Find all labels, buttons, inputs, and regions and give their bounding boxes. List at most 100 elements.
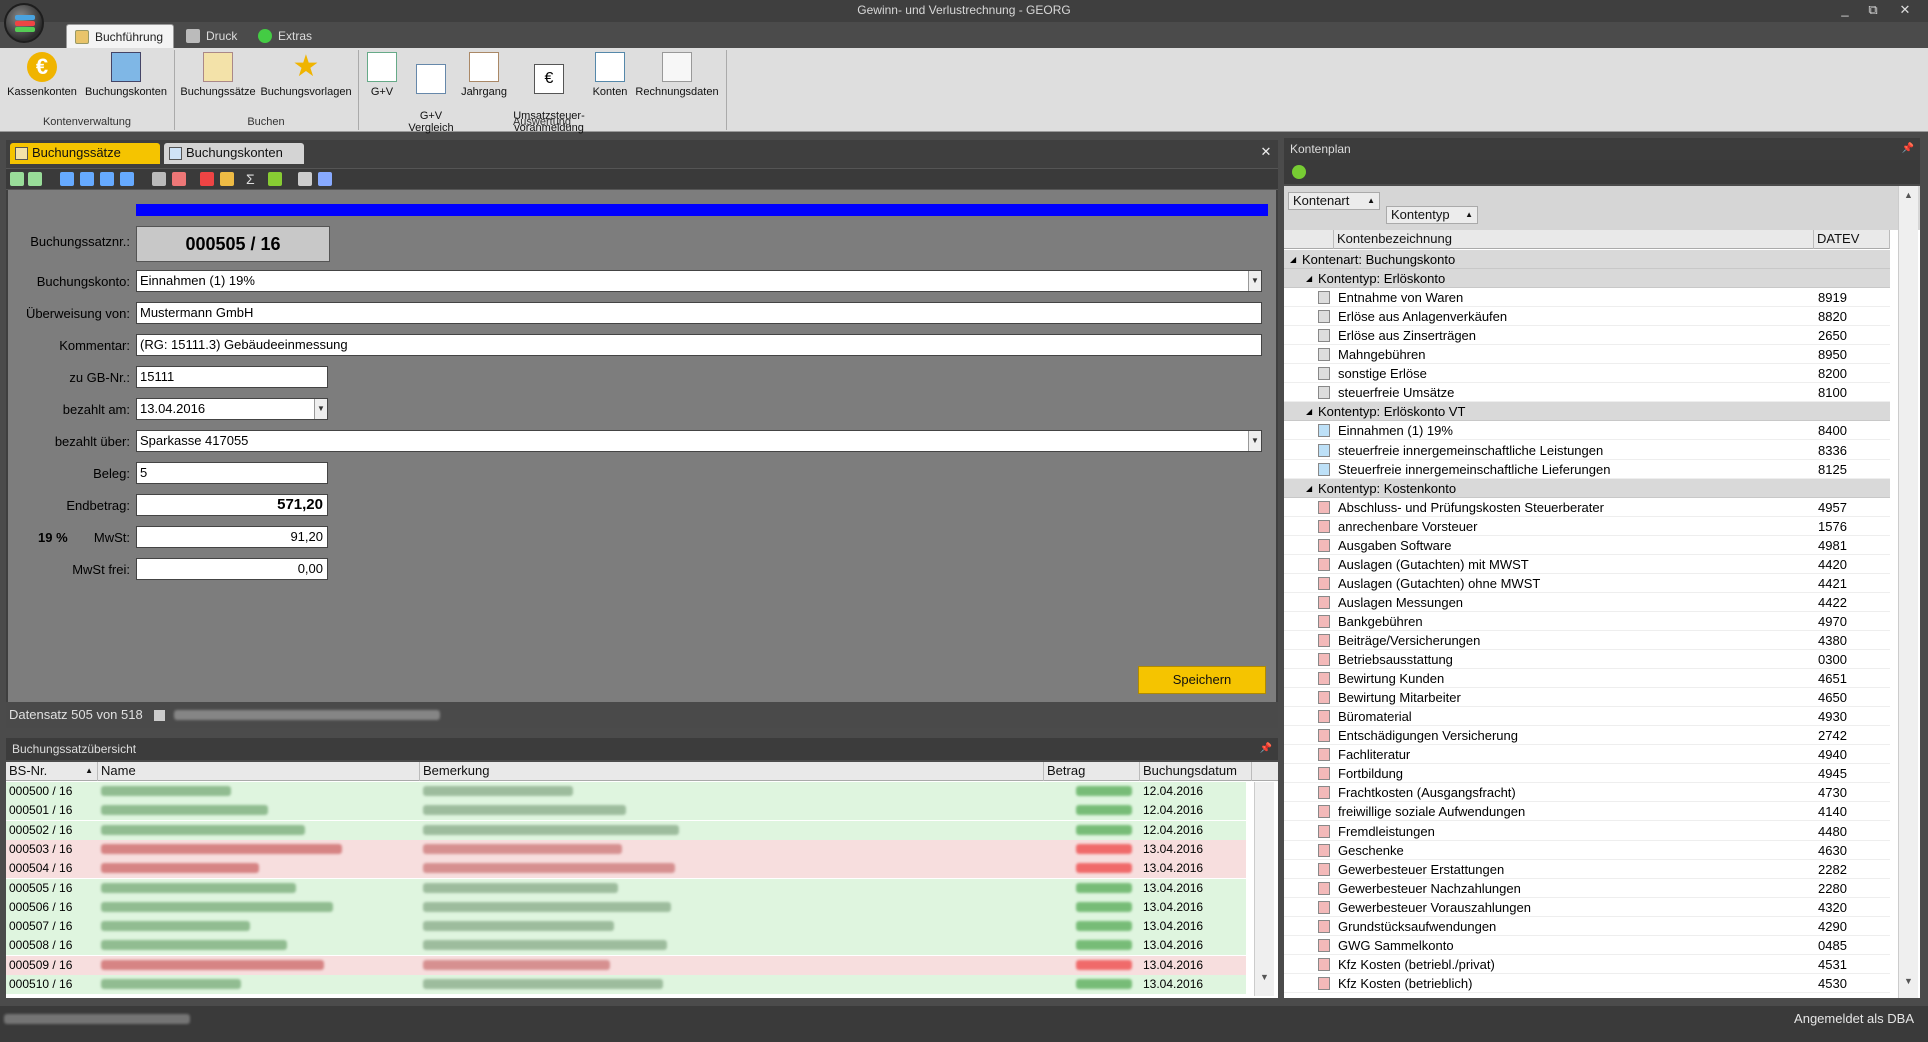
list-item[interactable]: Fachliteratur 4940 [1284, 745, 1890, 765]
lock-icon[interactable] [220, 172, 234, 186]
table-row[interactable]: 000500 / 16 12.04.2016 [6, 782, 1246, 801]
beleg-input[interactable]: 5 [136, 462, 328, 484]
collapse-icon[interactable]: ◢ [1290, 250, 1296, 269]
col-buchungsdatum[interactable]: Buchungsdatum [1140, 762, 1252, 781]
list-item[interactable]: Geschenke 4630 [1284, 841, 1890, 860]
new-record-icon[interactable] [10, 172, 24, 186]
konten-button[interactable]: Konten [588, 52, 632, 98]
group-chip-kontentyp[interactable]: Kontentyp ▲ [1386, 206, 1478, 224]
list-item[interactable]: Erlöse aus Zinserträgen 2650 [1284, 326, 1890, 346]
ueberweisung-input[interactable]: Mustermann GmbH [136, 302, 1262, 324]
group-row-kontentyp[interactable]: ◢ Kontentyp: Erlöskonto [1284, 269, 1890, 289]
list-item[interactable]: Kfz Kosten (betriebl./privat) 4531 [1284, 955, 1890, 974]
list-item[interactable]: steuerfreie innergemeinschaftliche Leist… [1284, 441, 1890, 460]
restore-button[interactable]: ⧉ [1862, 0, 1884, 20]
table-row[interactable]: 000508 / 16 13.04.2016 [6, 936, 1246, 956]
list-item[interactable]: Ausgaben Software 4981 [1284, 536, 1890, 555]
refresh-icon[interactable] [268, 172, 282, 186]
chevron-down-icon[interactable]: ▼ [1248, 431, 1261, 451]
table-row[interactable]: 000510 / 16 13.04.2016 [6, 975, 1246, 994]
list-item[interactable]: Entschädigungen Versicherung 2742 [1284, 726, 1890, 746]
chevron-down-icon[interactable]: ▼ [314, 399, 327, 419]
chevron-down-icon[interactable]: ▼ [1248, 271, 1261, 291]
list-item[interactable]: Fremdleistungen 4480 [1284, 822, 1890, 841]
col-bsnr[interactable]: BS-Nr. ▲ [6, 762, 98, 781]
tab-buchungskonten[interactable]: Buchungskonten [164, 143, 304, 164]
list-item[interactable]: Grundstücksaufwendungen 4290 [1284, 917, 1890, 936]
kassenkonten-button[interactable]: € Kassenkonten [4, 52, 80, 98]
endbetrag-input[interactable]: 571,20 [136, 494, 328, 516]
ribbon-tab-buchfuehrung[interactable]: Buchführung [66, 24, 174, 49]
list-item[interactable]: sonstige Erlöse 8200 [1284, 364, 1890, 384]
table-row[interactable]: 000503 / 16 13.04.2016 [6, 839, 1246, 859]
table-row[interactable]: 000502 / 16 12.04.2016 [6, 820, 1246, 840]
table-row[interactable]: 000506 / 16 13.04.2016 [6, 897, 1246, 917]
list-item[interactable]: Bewirtung Mitarbeiter 4650 [1284, 688, 1890, 708]
group-row-kontenart[interactable]: ◢ Kontenart: Buchungskonto [1284, 250, 1890, 269]
group-row-kontentyp[interactable]: ◢ Kontentyp: Erlöskonto VT [1284, 402, 1890, 422]
gbnr-input[interactable]: 15111 [136, 366, 328, 388]
scroll-up-icon[interactable]: ▲ [1902, 190, 1915, 204]
scroll-down-icon[interactable]: ▼ [1258, 972, 1271, 990]
list-item[interactable]: anrechenbare Vorsteuer 1576 [1284, 517, 1890, 536]
bezahlt-am-datepicker[interactable]: 13.04.2016 ▼ [136, 398, 328, 420]
list-item[interactable]: Frachtkosten (Ausgangsfracht) 4730 [1284, 783, 1890, 803]
group-row-kontentyp[interactable]: ◢ Kontentyp: Kostenkonto [1284, 478, 1890, 498]
list-item[interactable]: GWG Sammelkonto 0485 [1284, 936, 1890, 955]
buchungssaetze-button[interactable]: Buchungssätze [178, 52, 258, 98]
minimize-button[interactable]: _ [1834, 0, 1856, 20]
list-item[interactable]: Auslagen (Gutachten) ohne MWST 4421 [1284, 574, 1890, 593]
collapse-icon[interactable]: ◢ [1306, 269, 1312, 288]
mwst-input[interactable]: 91,20 [136, 526, 328, 548]
print-icon[interactable] [298, 172, 312, 186]
list-item[interactable]: Einnahmen (1) 19% 8400 [1284, 421, 1890, 441]
list-item[interactable]: Fortbildung 4945 [1284, 764, 1890, 784]
list-item[interactable]: Gewerbesteuer Vorauszahlungen 4320 [1284, 898, 1890, 917]
mwst-frei-input[interactable]: 0,00 [136, 558, 328, 580]
list-item[interactable]: Bankgebühren 4970 [1284, 612, 1890, 631]
bezahlt-ueber-select[interactable]: Sparkasse 417055 ▼ [136, 430, 1262, 452]
list-item[interactable]: Gewerbesteuer Nachzahlungen 2280 [1284, 879, 1890, 898]
col-name[interactable]: Name [98, 762, 420, 781]
filter-icon[interactable] [172, 172, 186, 186]
copy-record-icon[interactable] [28, 172, 42, 186]
last-record-icon[interactable] [120, 172, 134, 186]
list-item[interactable]: Erlöse aus Anlagenverkäufen 8820 [1284, 307, 1890, 327]
table-row[interactable]: 000504 / 16 13.04.2016 [6, 859, 1246, 879]
col-datev[interactable]: DATEV [1814, 230, 1890, 249]
rechnungsdaten-button[interactable]: Rechnungsdaten [634, 52, 720, 98]
list-item[interactable]: Büromaterial 4930 [1284, 707, 1890, 727]
list-item[interactable]: Steuerfreie innergemeinschaftliche Liefe… [1284, 460, 1890, 479]
list-item[interactable]: Beiträge/Versicherungen 4380 [1284, 631, 1890, 650]
table-row[interactable]: 000501 / 16 12.04.2016 [6, 801, 1246, 821]
ribbon-tab-extras[interactable]: Extras [250, 24, 320, 49]
list-item[interactable]: Auslagen Messungen 4422 [1284, 593, 1890, 612]
list-item[interactable]: Abschluss- und Prüfungskosten Steuerbera… [1284, 498, 1890, 517]
collapse-icon[interactable]: ◢ [1306, 479, 1312, 498]
previous-record-icon[interactable] [80, 172, 94, 186]
refresh-icon[interactable] [1292, 165, 1306, 179]
list-item[interactable]: Mahngebühren 8950 [1284, 345, 1890, 365]
pin-icon[interactable]: 📌 [1260, 738, 1272, 760]
delete-icon[interactable] [200, 172, 214, 186]
tab-buchungssaetze[interactable]: Buchungssätze [10, 143, 160, 164]
col-kontenbezeichnung[interactable]: Kontenbezeichnung [1334, 230, 1814, 249]
group-chip-kontenart[interactable]: Kontenart ▲ [1288, 192, 1380, 210]
list-item[interactable]: Gewerbesteuer Erstattungen 2282 [1284, 860, 1890, 879]
buchungsvorlagen-button[interactable]: ★ Buchungsvorlagen [260, 52, 352, 99]
sum-icon[interactable]: Σ [246, 172, 260, 186]
table-row[interactable]: 000507 / 16 13.04.2016 [6, 917, 1246, 937]
scroll-down-icon[interactable]: ▼ [1902, 976, 1915, 990]
buchungskonten-button[interactable]: Buchungskonten [82, 52, 170, 98]
close-document-button[interactable]: ✕ [1258, 144, 1274, 162]
buchungskonto-select[interactable]: Einnahmen (1) 19% ▼ [136, 270, 1262, 292]
jahrgang-button[interactable]: Jahrgang [458, 52, 510, 98]
app-menu-button[interactable] [4, 3, 44, 43]
pin-icon[interactable]: 📌 [1902, 138, 1914, 160]
list-item[interactable]: Entnahme von Waren 8919 [1284, 288, 1890, 308]
save-button[interactable]: Speichern [1138, 666, 1266, 694]
close-window-button[interactable]: ✕ [1894, 0, 1916, 20]
next-record-icon[interactable] [100, 172, 114, 186]
list-item[interactable]: Betriebsausstattung 0300 [1284, 650, 1890, 670]
list-item[interactable]: Bewirtung Kunden 4651 [1284, 669, 1890, 689]
